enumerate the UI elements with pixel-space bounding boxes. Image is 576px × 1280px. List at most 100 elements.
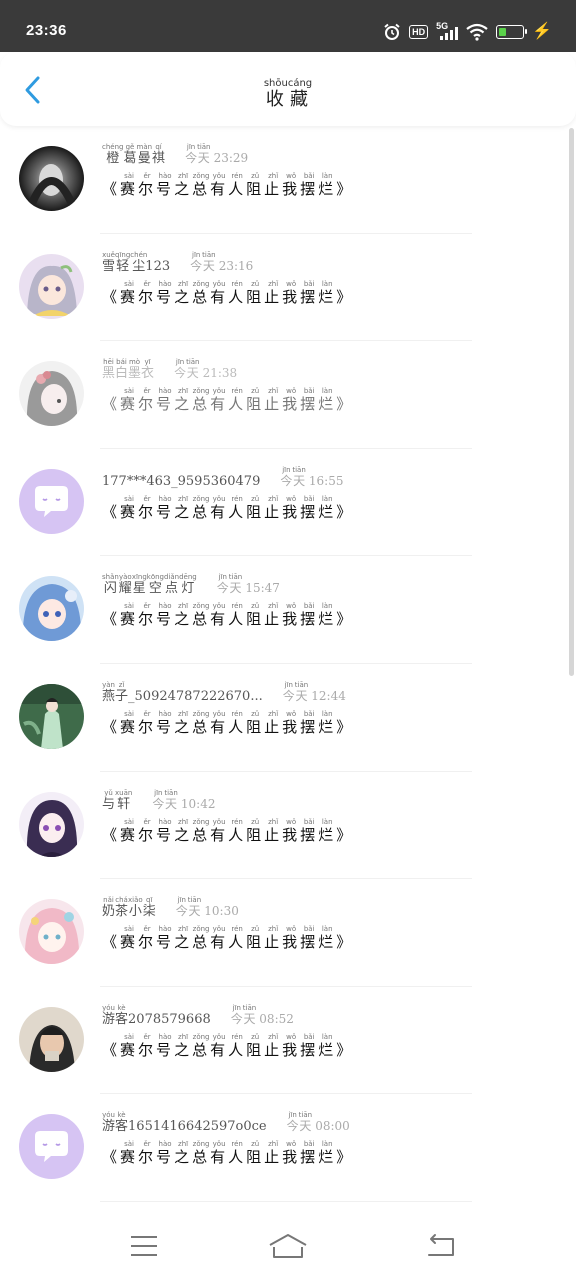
home-button[interactable] [268,1228,308,1264]
message-char: 总zǒng [192,709,211,736]
name-char: 星xīng [131,573,147,597]
list-item[interactable]: 黑hēi白bái墨mò衣yī 今jīn天tiān 21:38 《赛sài尔ěr号hà… [0,341,576,449]
message-char: 号hào [156,279,175,306]
name-pinyin: hēi [102,358,116,367]
wifi-icon [466,23,488,41]
message-char: 总zǒng [192,172,211,198]
list-item[interactable]: 游yóu客kè1651416642597o0ce 今jīn天tiān 08:00 《… [0,1094,576,1202]
menu-icon [131,1236,157,1256]
message-pinyin: zhī [174,817,193,826]
message-char: 止zhǐ [264,709,283,736]
list-item[interactable]: 橙chéng葛gě曼màn祺qí 今jīn天tiān 23:29 《赛sài尔ěr号… [0,126,576,234]
time-char: 今jīn [216,573,229,596]
time-char: 天tiān [292,465,306,488]
message-char: 烂làn [318,602,337,629]
message-pinyin: ěr [138,709,157,718]
message-char: 尔ěr [138,602,157,629]
list-item[interactable]: 闪shǎn耀yào星xīng空kōng点diǎn灯dēng 今jīn天tiān 1… [0,556,576,664]
avatar[interactable] [19,361,84,427]
message-char: 止zhǐ [264,925,283,952]
message-char: 人rén [228,602,247,629]
message-pinyin: wǒ [282,1032,301,1041]
message-pinyin: hào [156,1140,175,1149]
message-char: 尔ěr [138,279,157,306]
message-char: 之zhī [174,1032,193,1059]
name-char: 轩xuān [115,788,133,812]
message-pinyin: zhǐ [264,925,283,934]
name-pinyin: chéng [102,143,124,151]
avatar[interactable] [19,1114,84,1180]
list-item[interactable]: 游yóu客kè2078579668 今jīn天tiān 08:52 《赛sài尔ěr… [0,987,576,1095]
message-char: 号hào [156,602,175,629]
avatar[interactable] [19,1006,84,1072]
message-char: 有yǒu [210,1140,229,1167]
message-char: 止zhǐ [264,172,283,198]
list-item[interactable]: 177***463_9595360479 今jīn天tiān 16:55 《赛sài… [0,449,576,557]
user-name: 橙chéng葛gě曼màn祺qí [102,143,165,166]
message-char: 号hào [156,817,175,844]
message-pinyin: rén [228,387,247,396]
message-char: 摆bǎi [300,817,319,844]
time-pinyin: jīn [216,573,229,582]
message-pinyin: zǒng [192,602,211,611]
item-time: 今jīn天tiān 08:00 [286,1111,350,1134]
list-item[interactable]: 与yǔ轩xuān 今jīn天tiān 10:42 《赛sài尔ěr号hào之zhī总… [0,772,576,880]
avatar[interactable] [19,146,84,211]
message-pinyin: rén [228,172,247,180]
message-char: 我wǒ [282,279,301,306]
message-char: 有yǒu [210,279,229,306]
message-pinyin: wǒ [282,279,301,288]
avatar[interactable] [19,468,84,534]
menu-button[interactable] [124,1228,164,1264]
message-char: 摆bǎi [300,172,319,198]
message-char: 人rén [228,817,247,844]
name-char: 茶chá [115,896,129,920]
message-char: 我wǒ [282,709,301,736]
list-item[interactable]: 奶nǎi茶chá小xiǎo柒qī 今jīn天tiān 10:30 《赛sài尔ěr号… [0,879,576,987]
item-time: 今jīn天tiān 23:16 [190,250,254,273]
item-time: 今jīn天tiān 16:55 [280,465,344,488]
message-pinyin: yǒu [210,1140,229,1149]
message-char: 阻zǔ [246,602,265,629]
time-pinyin: jīn [185,143,198,151]
name-pinyin: qí [152,143,166,151]
message-pinyin: zǒng [192,1032,211,1041]
message-pinyin: zǒng [192,817,211,826]
message-char: 烂làn [318,709,337,736]
list-item[interactable]: 燕yàn子zǐ_50924787222670... 今jīn天tiān 12:44… [0,664,576,772]
back-nav-button[interactable] [420,1228,460,1264]
avatar[interactable] [19,683,84,749]
avatar[interactable] [19,253,84,319]
message-pinyin: làn [318,1140,337,1149]
message-pinyin: zhī [174,602,193,611]
message-char: 总zǒng [192,817,211,844]
user-name: 闪shǎn耀yào星xīng空kōng点diǎn灯dēng [102,573,197,596]
item-time: 今jīn天tiān 08:52 [230,1003,294,1026]
scrollbar[interactable] [569,128,574,676]
message-pinyin: hào [156,494,175,503]
avatar[interactable] [19,899,84,965]
home-icon [269,1234,307,1258]
message-char: 赛sài [120,709,139,736]
message-pinyin: sài [120,172,139,180]
item-meta: 177***463_9595360479 今jīn天tiān 16:55 [102,463,343,489]
message-char: 总zǒng [192,279,211,306]
message-pinyin: ěr [138,817,157,826]
hd-icon: HD [409,25,429,39]
message-pinyin: zhǐ [264,387,283,396]
message-pinyin: zǒng [192,709,211,718]
name-char: 游yóu [102,1111,116,1135]
name-char: 客kè [115,1111,129,1135]
avatar[interactable] [19,576,84,642]
time-char: 天tiān [187,896,202,919]
list-item[interactable]: 雪xuě轻qīng尘chén123 今jīn天tiān 23:16 《赛sài尔ěr… [0,234,576,342]
avatar[interactable] [19,791,84,857]
message-char: 有yǒu [210,494,229,521]
time-char: 天tiān [197,143,211,165]
name-char: 白bái [115,358,129,382]
message-char: 人rén [228,387,247,414]
user-name: 奶nǎi茶chá小xiǎo柒qī [102,896,156,919]
message-char: 我wǒ [282,387,301,414]
message-pinyin: zhǐ [264,709,283,718]
message-pinyin: yǒu [210,494,229,503]
